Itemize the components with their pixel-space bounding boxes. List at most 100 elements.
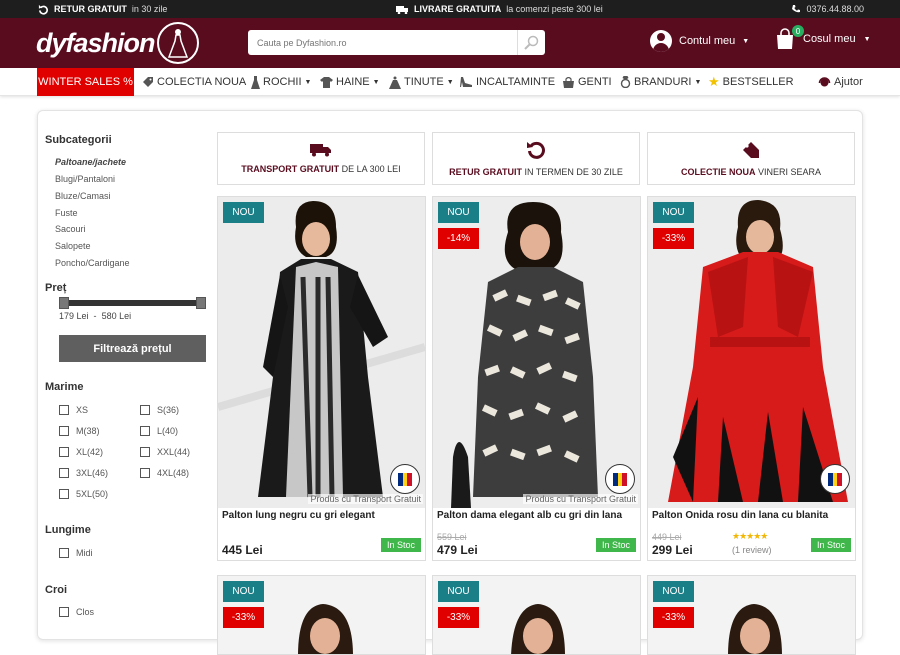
product-card[interactable]: NOU -33% <box>647 575 856 655</box>
truck-icon <box>310 144 331 157</box>
length-checkbox[interactable]: Midi <box>59 548 93 558</box>
product-card[interactable]: NOU -33% <box>217 575 426 655</box>
diamond-ring-icon <box>620 76 631 88</box>
phone-icon <box>792 5 801 13</box>
discount-badge: -33% <box>223 607 264 628</box>
account-menu[interactable]: Contul meu ▼ <box>650 30 749 52</box>
product-image[interactable]: NOU -14% Produs cu Transport Gratuit <box>433 197 640 508</box>
checkbox[interactable] <box>59 548 69 558</box>
subcategory-link[interactable]: Blugi/Pantaloni <box>55 174 115 184</box>
nav-help[interactable]: Ajutor <box>818 68 863 96</box>
product-price: 299 Lei <box>652 543 693 557</box>
discount-badge: -33% <box>653 228 694 249</box>
filter-price-button[interactable]: Filtrează prețul <box>59 335 206 362</box>
tag-icon <box>743 142 759 158</box>
size-checkbox[interactable]: L(40) <box>140 426 178 436</box>
shirt-icon <box>320 76 333 88</box>
discount-badge: -33% <box>653 607 694 628</box>
cart-count-badge: 0 <box>792 25 804 37</box>
size-checkbox[interactable]: XXL(44) <box>140 447 190 457</box>
product-image[interactable]: NOU -33% <box>648 197 855 508</box>
tag-icon <box>143 77 153 87</box>
made-in-romania-badge <box>390 464 420 494</box>
search-button[interactable] <box>517 30 545 55</box>
main-header: dyfashion Contul meu ▼ 0 Cosul meu ▼ <box>0 18 900 68</box>
new-badge: NOU <box>438 581 479 602</box>
size-checkbox[interactable]: XS <box>59 405 88 415</box>
free-transport-label: Produs cu Transport Gratuit <box>308 494 423 504</box>
shoe-icon <box>460 76 472 87</box>
new-badge: NOU <box>223 202 264 223</box>
nav-colectia-noua[interactable]: COLECTIA NOUA <box>142 68 246 96</box>
truck-icon <box>396 5 409 14</box>
checkbox[interactable] <box>59 489 69 499</box>
price-title: Preț <box>45 282 67 294</box>
chevron-down-icon: ▼ <box>863 35 871 43</box>
outfit-icon <box>389 76 401 89</box>
nav-rochii[interactable]: ROCHII ▼ <box>251 68 311 96</box>
size-checkbox[interactable]: M(38) <box>59 426 100 436</box>
product-card[interactable]: NOU Produs cu Transport Gratuit Palton l… <box>217 196 426 561</box>
made-in-romania-badge <box>820 464 850 494</box>
cart-icon: 0 <box>775 25 804 50</box>
product-card[interactable]: NOU -33% Palton Onida rosu din lana cu b… <box>647 196 856 561</box>
product-name[interactable]: Palton Onida rosu din lana cu blanita <box>652 510 828 521</box>
nav-haine[interactable]: HAINE ▼ <box>320 68 380 96</box>
search-icon <box>524 35 539 50</box>
chevron-down-icon: ▼ <box>304 78 312 86</box>
cut-checkbox[interactable]: Clos <box>59 607 94 617</box>
product-card[interactable]: NOU -14% Produs cu Transport Gratuit Pal… <box>432 196 641 561</box>
search-bar <box>248 30 545 55</box>
nav-bestseller[interactable]: ★ BESTSELLER <box>708 68 794 96</box>
checkbox[interactable] <box>59 405 69 415</box>
size-checkbox[interactable]: 3XL(46) <box>59 468 108 478</box>
search-input[interactable] <box>248 30 517 55</box>
price-slider[interactable] <box>59 297 206 309</box>
checkbox[interactable] <box>140 426 150 436</box>
new-badge: NOU <box>653 202 694 223</box>
price-slider-max-handle[interactable] <box>196 297 206 309</box>
free-transport-label: Produs cu Transport Gratuit <box>523 494 638 504</box>
subcategory-link[interactable]: Poncho/Cardigane <box>55 258 130 268</box>
checkbox[interactable] <box>140 405 150 415</box>
nav-genti[interactable]: GENTI <box>562 68 612 96</box>
review-count[interactable]: (1 review) <box>732 545 772 555</box>
rating-stars: ★★★★★ <box>732 531 768 541</box>
phone-info[interactable]: 0376.44.88.00 <box>791 4 864 14</box>
product-image[interactable]: NOU Produs cu Transport Gratuit <box>218 197 425 508</box>
checkbox[interactable] <box>59 426 69 436</box>
subcategory-link[interactable]: Salopete <box>55 241 91 251</box>
subcategory-link[interactable]: Fuste <box>55 208 78 218</box>
subcategory-link[interactable]: Bluze/Camasi <box>55 191 111 201</box>
size-checkbox[interactable]: S(36) <box>140 405 179 415</box>
product-name[interactable]: Palton dama elegant alb cu gri din lana <box>437 510 622 521</box>
nav-tinute[interactable]: TINUTE ▼ <box>389 68 454 96</box>
checkbox[interactable] <box>59 607 69 617</box>
subcategory-link[interactable]: Paltoane/jachete <box>55 157 126 167</box>
chevron-down-icon: ▼ <box>694 78 702 86</box>
cart-menu[interactable]: 0 Cosul meu ▼ <box>775 25 871 50</box>
product-name[interactable]: Palton lung negru cu gri elegant <box>222 510 375 521</box>
size-checkbox[interactable]: 4XL(48) <box>140 468 189 478</box>
price-slider-min-handle[interactable] <box>59 297 69 309</box>
old-price: 449 Lei <box>652 532 682 542</box>
dress-icon <box>251 75 260 89</box>
checkbox[interactable] <box>59 468 69 478</box>
nav-branduri[interactable]: BRANDURI ▼ <box>620 68 701 96</box>
size-checkbox[interactable]: 5XL(50) <box>59 489 108 499</box>
product-price: 445 Lei <box>222 543 263 557</box>
checkbox[interactable] <box>140 447 150 457</box>
product-card[interactable]: NOU -33% <box>432 575 641 655</box>
chevron-down-icon: ▼ <box>446 78 454 86</box>
old-price: 559 Lei <box>437 532 467 542</box>
product-price: 479 Lei <box>437 543 478 557</box>
site-logo[interactable]: dyfashion <box>36 22 199 64</box>
nav-incaltaminte[interactable]: INCALTAMINTE <box>460 68 555 96</box>
checkbox[interactable] <box>59 447 69 457</box>
size-checkbox[interactable]: XL(42) <box>59 447 103 457</box>
stock-badge: In Stoc <box>596 538 636 552</box>
subcategory-link[interactable]: Sacouri <box>55 224 86 234</box>
nav-winter-sales[interactable]: WINTER SALES % <box>37 68 134 96</box>
checkbox[interactable] <box>140 468 150 478</box>
return-icon <box>38 4 48 15</box>
